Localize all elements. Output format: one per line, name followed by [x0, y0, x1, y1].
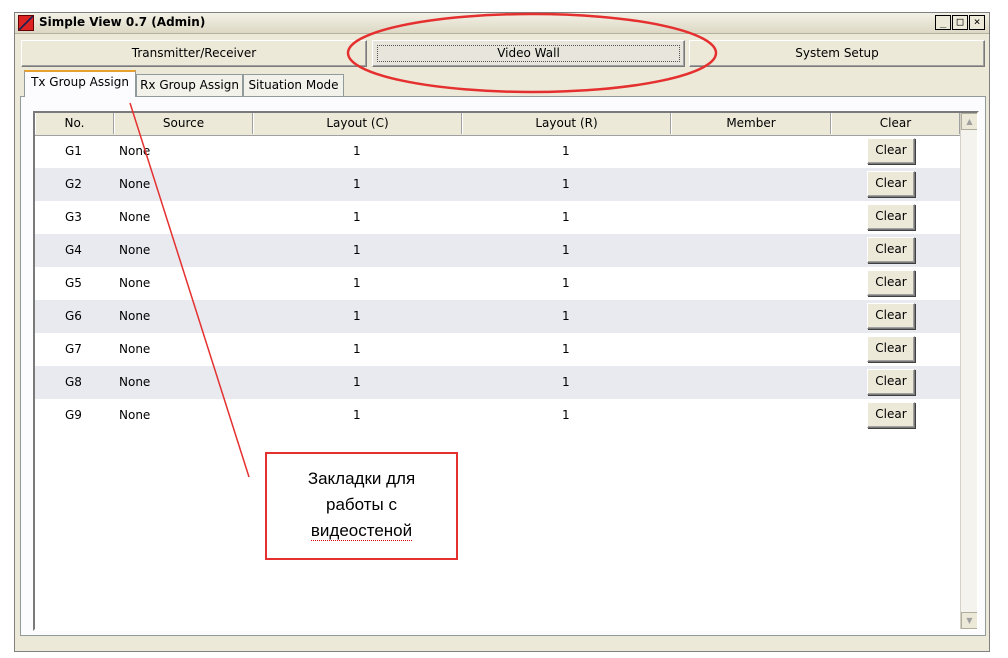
cell-no: G3 [65, 210, 82, 224]
column-header-layout-r[interactable]: Layout (R) [462, 113, 671, 134]
cell-no: G5 [65, 276, 82, 290]
cell-no: G2 [65, 177, 82, 191]
cell-no: G7 [65, 342, 82, 356]
table-row[interactable]: G3 None 1 1 Clear [35, 201, 960, 234]
annotation-line: Закладки для [307, 469, 416, 488]
cell-layout-c: 1 [353, 309, 361, 323]
annotation-line: видеостеной [310, 521, 413, 541]
cell-layout-c: 1 [353, 276, 361, 290]
nav-button-transmitter-receiver[interactable]: Transmitter/Receiver [21, 40, 367, 67]
cell-layout-c: 1 [353, 144, 361, 158]
column-header-source[interactable]: Source [114, 113, 253, 134]
cell-layout-r: 1 [562, 309, 570, 323]
column-header-no[interactable]: No. [35, 113, 114, 134]
annotation-line: работы с [326, 495, 397, 514]
table-row[interactable]: G5 None 1 1 Clear [35, 267, 960, 300]
nav-button-system-setup[interactable]: System Setup [689, 40, 985, 67]
table-row[interactable]: G7 None 1 1 Clear [35, 333, 960, 366]
cell-layout-c: 1 [353, 342, 361, 356]
nav-button-label: System Setup [795, 46, 879, 60]
cell-layout-c: 1 [353, 177, 361, 191]
table-row[interactable]: G6 None 1 1 Clear [35, 300, 960, 333]
cell-layout-c: 1 [353, 408, 361, 422]
cell-layout-r: 1 [562, 276, 570, 290]
cell-layout-r: 1 [562, 177, 570, 191]
cell-layout-r: 1 [562, 408, 570, 422]
nav-button-label: Transmitter/Receiver [131, 46, 257, 60]
table-header: No. Source Layout (C) Layout (R) Member … [35, 113, 960, 136]
maximize-button[interactable]: □ [952, 15, 968, 30]
clear-button[interactable]: Clear [867, 369, 915, 395]
cell-source: None [119, 375, 151, 389]
clear-button[interactable]: Clear [867, 336, 915, 362]
main-navigation: Transmitter/Receiver Video Wall System S… [21, 40, 985, 68]
cell-source: None [119, 243, 151, 257]
clear-button[interactable]: Clear [867, 402, 915, 428]
cell-layout-c: 1 [353, 375, 361, 389]
table-row[interactable]: G2 None 1 1 Clear [35, 168, 960, 201]
vertical-scrollbar[interactable]: ▲ ▼ [960, 113, 977, 629]
tab-situation-mode[interactable]: Situation Mode [243, 74, 344, 96]
clear-button[interactable]: Clear [867, 138, 915, 164]
app-logo-icon [18, 15, 34, 31]
cell-no: G8 [65, 375, 82, 389]
table-row[interactable]: G1 None 1 1 Clear [35, 135, 960, 168]
clear-button[interactable]: Clear [867, 237, 915, 263]
cell-layout-r: 1 [562, 144, 570, 158]
minimize-button[interactable]: _ [935, 15, 951, 30]
cell-layout-r: 1 [562, 210, 570, 224]
cell-source: None [119, 276, 151, 290]
cell-no: G6 [65, 309, 82, 323]
window-title: Simple View 0.7 (Admin) [39, 15, 206, 29]
cell-layout-r: 1 [562, 243, 570, 257]
cell-no: G4 [65, 243, 82, 257]
clear-button[interactable]: Clear [867, 270, 915, 296]
column-header-member[interactable]: Member [671, 113, 831, 134]
column-header-clear[interactable]: Clear [831, 113, 960, 134]
title-bar[interactable]: Simple View 0.7 (Admin) _ □ × [15, 13, 989, 34]
column-header-layout-c[interactable]: Layout (C) [253, 113, 462, 134]
cell-no: G1 [65, 144, 82, 158]
clear-button[interactable]: Clear [867, 171, 915, 197]
cell-source: None [119, 342, 151, 356]
close-button[interactable]: × [969, 15, 985, 30]
table-row[interactable]: G8 None 1 1 Clear [35, 366, 960, 399]
cell-source: None [119, 309, 151, 323]
tab-tx-group-assign[interactable]: Tx Group Assign [24, 70, 136, 97]
clear-button[interactable]: Clear [867, 303, 915, 329]
cell-layout-r: 1 [562, 375, 570, 389]
table-row[interactable]: G4 None 1 1 Clear [35, 234, 960, 267]
table-row[interactable]: G9 None 1 1 Clear [35, 399, 960, 432]
cell-layout-c: 1 [353, 243, 361, 257]
cell-layout-r: 1 [562, 342, 570, 356]
tab-panel: No. Source Layout (C) Layout (R) Member … [20, 96, 986, 636]
scroll-down-arrow-icon[interactable]: ▼ [961, 612, 977, 629]
cell-source: None [119, 144, 151, 158]
tab-rx-group-assign[interactable]: Rx Group Assign [136, 74, 243, 96]
group-assign-table: No. Source Layout (C) Layout (R) Member … [33, 111, 979, 631]
scroll-up-arrow-icon[interactable]: ▲ [961, 113, 977, 130]
cell-no: G9 [65, 408, 82, 422]
cell-source: None [119, 210, 151, 224]
clear-button[interactable]: Clear [867, 204, 915, 230]
nav-button-video-wall[interactable]: Video Wall [372, 40, 685, 67]
focus-rectangle [377, 45, 680, 62]
cell-source: None [119, 408, 151, 422]
cell-source: None [119, 177, 151, 191]
cell-layout-c: 1 [353, 210, 361, 224]
annotation-callout: Закладки для работы с видеостеной [265, 452, 458, 560]
